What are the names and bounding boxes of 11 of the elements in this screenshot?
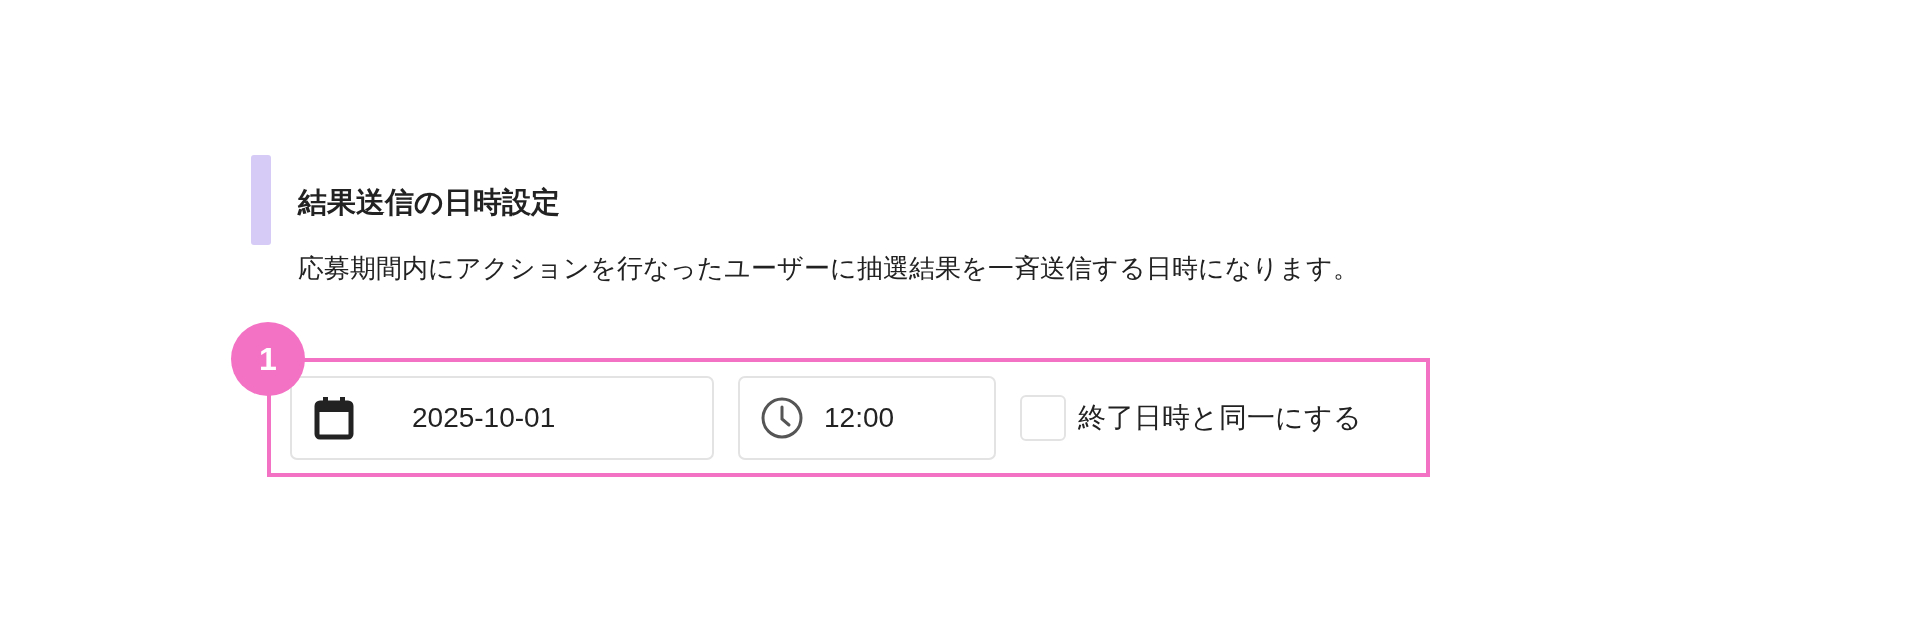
step-badge: 1 <box>231 322 305 396</box>
time-field[interactable]: 12:00 <box>738 375 996 460</box>
clock-icon <box>760 395 804 440</box>
calendar-icon <box>314 395 354 440</box>
date-value: 2025-10-01 <box>412 400 556 435</box>
time-value: 12:00 <box>824 400 895 435</box>
checkbox-label[interactable]: 終了日時と同一にする <box>1078 396 1362 439</box>
checkbox[interactable] <box>1020 394 1066 441</box>
section-description: 応募期間内にアクションを行なったユーザーに抽選結果を一斉送信する日時になります。 <box>298 252 1359 285</box>
date-field[interactable]: 2025-10-01 <box>290 375 714 460</box>
section-title: 結果送信の日時設定 <box>298 185 561 220</box>
